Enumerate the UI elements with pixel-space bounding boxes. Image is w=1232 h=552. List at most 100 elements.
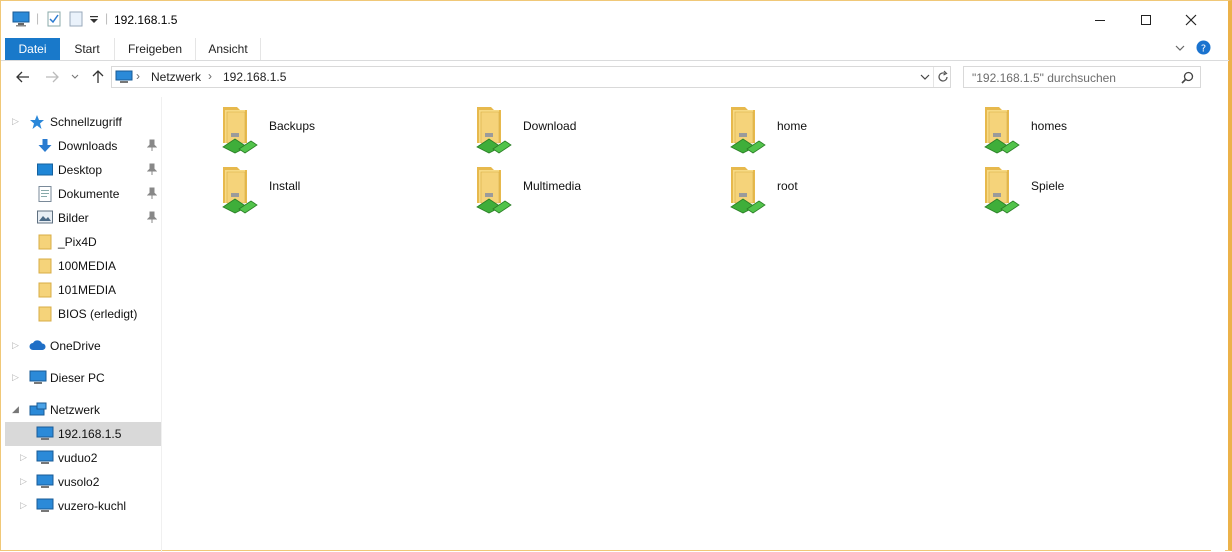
cloud-icon <box>29 340 46 350</box>
title-bar: | | 192.168.1.5 <box>1 1 1229 38</box>
breadcrumb-netzwerk[interactable]: Netzwerk <box>151 70 201 84</box>
network-share-folder-icon <box>222 167 258 214</box>
nav-label: vuduo2 <box>58 451 98 465</box>
back-button[interactable] <box>13 67 33 87</box>
content-area: Backups Download home homes Install Multimedi… <box>162 97 1225 552</box>
close-button[interactable] <box>1168 1 1214 38</box>
refresh-icon[interactable] <box>936 70 950 84</box>
search-icon[interactable] <box>1181 71 1194 84</box>
maximize-button[interactable] <box>1123 1 1169 38</box>
tab-start[interactable]: Start <box>62 38 112 60</box>
nav-item-folder[interactable]: 101MEDIA <box>5 278 161 302</box>
share-folder-label: root <box>777 179 798 193</box>
network-share-folder-icon <box>476 107 512 154</box>
network-share-folder-icon <box>730 107 766 154</box>
address-bar[interactable]: › Netzwerk › 192.168.1.5 <box>111 66 951 88</box>
computer-icon <box>36 426 54 440</box>
expand-icon[interactable]: ▷ <box>20 452 27 463</box>
expand-icon[interactable]: ▷ <box>12 340 19 351</box>
expand-icon[interactable]: ▷ <box>20 500 27 511</box>
forward-button[interactable] <box>42 67 62 87</box>
share-folder-tile[interactable]: Backups <box>217 103 457 161</box>
properties-icon[interactable] <box>47 11 61 27</box>
nav-item-dokumente[interactable]: Dokumente <box>5 182 161 206</box>
share-folder-tile[interactable]: Multimedia <box>471 163 711 221</box>
explorer-window: | | 192.168.1.5 Datei Start Freigeben An… <box>0 0 1232 552</box>
breadcrumb-chevron-icon[interactable]: › <box>136 69 140 83</box>
share-folder-label: Multimedia <box>523 179 582 193</box>
nav-label: Downloads <box>58 139 118 153</box>
breadcrumb-chevron-icon[interactable]: › <box>208 69 212 83</box>
folder-icon <box>38 282 52 298</box>
nav-label: OneDrive <box>50 339 101 353</box>
share-folder-tile[interactable]: Install <box>217 163 457 221</box>
computer-icon <box>36 450 54 464</box>
network-share-folder-icon <box>476 167 512 214</box>
download-arrow-icon <box>38 139 52 152</box>
minimize-button[interactable] <box>1077 1 1123 38</box>
nav-item-folder[interactable]: _Pix4D <box>5 230 161 254</box>
share-folder-tile[interactable]: Spiele <box>979 163 1219 221</box>
share-folder-tile[interactable]: Download <box>471 103 711 161</box>
chevron-down-icon <box>71 74 79 79</box>
network-share-folder-icon <box>984 107 1020 154</box>
close-icon <box>1185 14 1197 25</box>
share-folder-label: homes <box>1031 119 1068 133</box>
nav-network-item[interactable]: ▷ vuzero-kuchl <box>5 494 161 518</box>
pin-icon[interactable] <box>147 163 157 175</box>
customize-quick-access-icon[interactable] <box>89 15 99 25</box>
breadcrumb-current[interactable]: 192.168.1.5 <box>223 70 286 84</box>
svg-text:?: ? <box>1201 44 1206 55</box>
expand-icon[interactable]: ▷ <box>20 476 27 487</box>
share-folder-tile[interactable]: homes <box>979 103 1219 161</box>
nav-network-item[interactable]: ▷ vusolo2 <box>5 470 161 494</box>
address-dropdown-icon[interactable] <box>920 72 930 82</box>
computer-icon <box>36 498 54 512</box>
network-share-folder-icon <box>222 107 258 154</box>
computer-icon <box>36 474 54 488</box>
nav-this-pc[interactable]: ▷ Dieser PC <box>5 366 161 390</box>
document-icon <box>38 186 52 202</box>
tab-ansicht[interactable]: Ansicht <box>195 38 261 60</box>
share-folder-label: Spiele <box>1031 179 1065 193</box>
title-separator: | <box>36 11 40 25</box>
address-toolbar: › Netzwerk › 192.168.1.5 "192.168.1.5" d… <box>1 63 1229 90</box>
nav-network-item-selected[interactable]: 192.168.1.5 <box>5 422 161 446</box>
share-folder-tile[interactable]: root <box>725 163 965 221</box>
nav-item-folder[interactable]: BIOS (erledigt) <box>5 302 161 326</box>
up-button[interactable] <box>88 67 108 87</box>
computer-icon[interactable] <box>12 11 30 27</box>
arrow-right-icon <box>46 71 59 83</box>
nav-item-desktop[interactable]: Desktop <box>5 158 161 182</box>
network-icon <box>29 402 47 416</box>
pin-icon[interactable] <box>147 139 157 151</box>
share-folder-label: home <box>777 119 808 133</box>
nav-label: 192.168.1.5 <box>58 427 122 441</box>
navigation-pane: ▷ Schnellzugriff Downloads Desktop Dokum… <box>5 97 162 552</box>
nav-network[interactable]: ◢ Netzwerk <box>5 398 161 422</box>
minimize-icon <box>1095 19 1105 21</box>
collapse-icon[interactable]: ◢ <box>12 404 19 415</box>
recent-locations-button[interactable] <box>68 67 82 87</box>
expand-icon[interactable]: ▷ <box>12 372 19 383</box>
expand-ribbon-icon[interactable] <box>1174 42 1186 54</box>
help-icon[interactable]: ? <box>1196 40 1211 55</box>
nav-label: Bilder <box>58 211 89 225</box>
nav-item-downloads[interactable]: Downloads <box>5 134 161 158</box>
share-folder-tile[interactable]: home <box>725 103 965 161</box>
nav-item-bilder[interactable]: Bilder <box>5 206 161 230</box>
nav-onedrive[interactable]: ▷ OneDrive <box>5 334 161 358</box>
tab-freigeben[interactable]: Freigeben <box>114 38 195 60</box>
new-folder-icon[interactable] <box>69 11 83 27</box>
nav-quick-access[interactable]: ▷ Schnellzugriff <box>5 110 161 134</box>
pin-icon[interactable] <box>147 211 157 223</box>
maximize-icon <box>1141 14 1151 25</box>
pin-icon[interactable] <box>147 187 157 199</box>
nav-network-item[interactable]: ▷ vuduo2 <box>5 446 161 470</box>
expand-icon[interactable]: ▷ <box>12 116 19 127</box>
tab-datei[interactable]: Datei <box>5 38 60 60</box>
nav-label: Dokumente <box>58 187 120 201</box>
search-box[interactable]: "192.168.1.5" durchsuchen <box>963 66 1201 88</box>
nav-item-folder[interactable]: 100MEDIA <box>5 254 161 278</box>
nav-label: vusolo2 <box>58 475 100 489</box>
